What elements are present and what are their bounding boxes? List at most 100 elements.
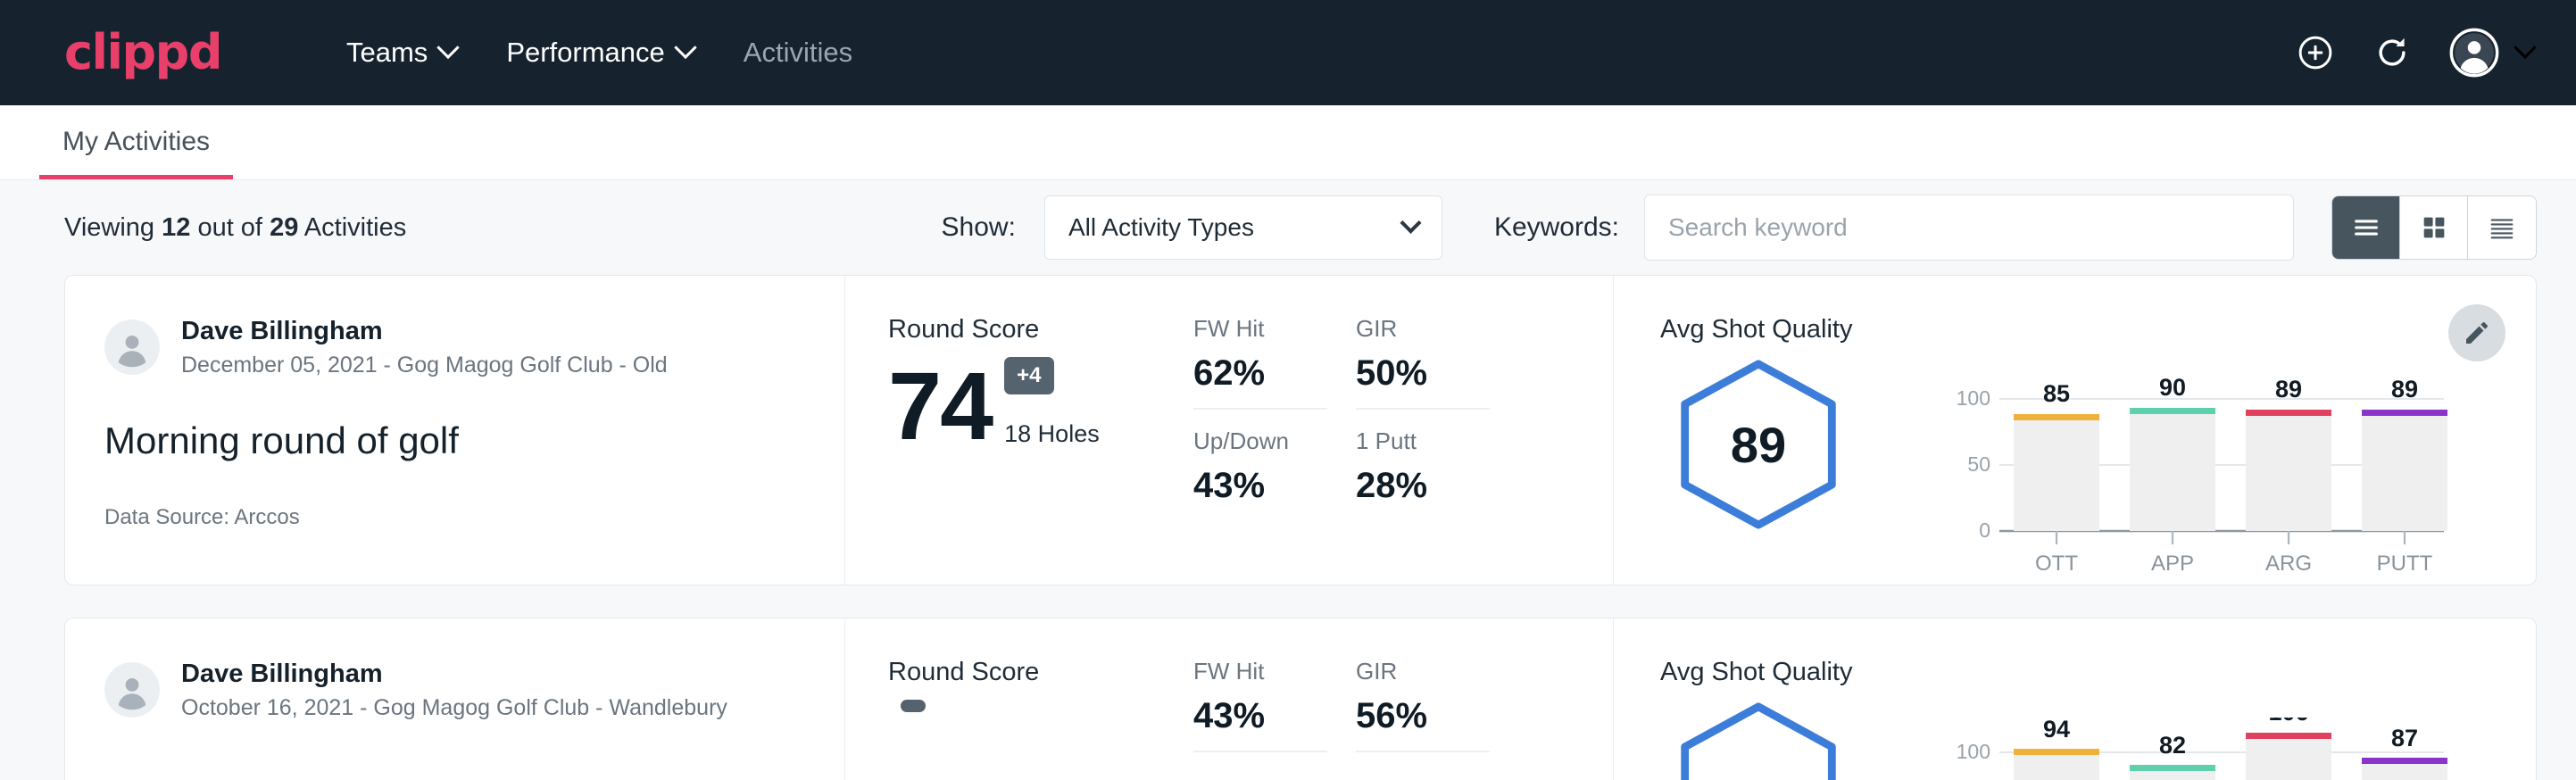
round-score-side [901, 700, 926, 780]
score-to-par-badge [901, 700, 926, 712]
round-score-side: +4 18 Holes [1004, 357, 1100, 450]
activity-type-select[interactable]: All Activity Types [1044, 195, 1442, 260]
y-tick-100: 100 [1957, 386, 1990, 410]
stat-label: FW Hit [1193, 658, 1327, 685]
activity-meta: December 05, 2021 - Gog Magog Golf Club … [181, 351, 668, 380]
activity-card[interactable]: Dave Billingham December 05, 2021 - Gog … [64, 275, 2537, 585]
avatar [104, 662, 160, 718]
y-tick-100: 100 [1957, 740, 1990, 763]
shot-quality-bar-chart: 100 50 0 85 OTT [1944, 375, 2453, 580]
app-logo[interactable]: clippd [64, 29, 221, 77]
nav-item-label: Performance [506, 37, 664, 69]
activity-card-list: Dave Billingham December 05, 2021 - Gog … [0, 275, 2576, 780]
stat-gir: GIR 56% [1356, 658, 1490, 752]
nav-item-activities[interactable]: Activities [719, 37, 877, 69]
y-tick-0: 0 [1979, 519, 1990, 542]
nav-item-performance[interactable]: Performance [481, 37, 718, 69]
shot-quality-hexagon [1671, 700, 1846, 780]
round-score-label: Round Score [888, 658, 1193, 687]
chevron-down-icon [1400, 212, 1421, 233]
stat-value: 43% [1193, 696, 1327, 736]
nav-item-teams[interactable]: Teams [321, 37, 481, 69]
round-stats: FW Hit 62% GIR 50% Up/Down 43% 1 Putt 28… [1193, 276, 1613, 585]
activity-info: Dave Billingham December 05, 2021 - Gog … [65, 276, 845, 585]
user-menu[interactable] [2449, 28, 2533, 78]
edit-activity-button[interactable] [2448, 304, 2505, 361]
shot-quality-bar-chart: 100 94 82 106 [1944, 718, 2453, 780]
svg-text:106: 106 [2268, 718, 2308, 726]
avg-shot-quality-body: 89 100 50 0 85 [1660, 352, 2536, 580]
stat-label: Up/Down [1193, 427, 1327, 455]
round-stats-grid: FW Hit 62% GIR 50% Up/Down 43% 1 Putt 28… [1193, 315, 1613, 506]
stat-value: 62% [1193, 353, 1327, 394]
svg-text:OTT: OTT [2035, 552, 2078, 576]
activity-user-name: Dave Billingham [181, 315, 668, 347]
activity-meta: October 16, 2021 - Gog Magog Golf Club -… [181, 693, 727, 723]
shot-quality-value [1671, 700, 1846, 780]
avg-shot-quality-section: Avg Shot Quality 100 94 [1613, 618, 2536, 780]
stat-gir: GIR 50% [1356, 315, 1490, 410]
viewing-middle: out of [197, 213, 262, 242]
svg-text:94: 94 [2043, 718, 2070, 743]
view-mode-grid[interactable] [2400, 196, 2468, 259]
viewing-summary: Viewing 12 out of 29 Activities [64, 213, 406, 243]
round-score-section: Round Score 74 +4 18 Holes [845, 276, 1193, 585]
chevron-down-icon [2514, 37, 2536, 59]
tab-my-activities[interactable]: My Activities [39, 127, 233, 179]
nav-item-label: Teams [346, 37, 428, 69]
score-to-par-badge: +4 [1004, 357, 1053, 394]
avatar [2449, 28, 2499, 78]
holes-count: 18 Holes [1004, 420, 1100, 448]
round-score-value: 74 [888, 361, 992, 450]
view-mode-compact[interactable] [2468, 196, 2536, 259]
activity-title: Morning round of golf [104, 419, 802, 462]
activity-user-text: Dave Billingham December 05, 2021 - Gog … [181, 315, 668, 380]
chevron-down-icon [674, 37, 696, 59]
stat-fw-hit: FW Hit 43% [1193, 658, 1327, 752]
keywords-label: Keywords: [1494, 212, 1619, 243]
view-mode-list[interactable] [2332, 196, 2400, 259]
avg-shot-quality-body: 100 94 82 106 [1660, 694, 2536, 780]
stat-up-down: Up/Down 43% [1193, 410, 1327, 506]
search-input[interactable] [1644, 195, 2294, 261]
viewing-count: 12 [162, 213, 190, 242]
svg-text:APP: APP [2151, 552, 2194, 576]
activity-card[interactable]: Dave Billingham October 16, 2021 - Gog M… [64, 618, 2537, 780]
viewing-prefix: Viewing [64, 213, 154, 242]
svg-text:89: 89 [2391, 376, 2418, 402]
svg-text:ARG: ARG [2265, 552, 2312, 576]
round-score-row [888, 700, 1193, 780]
svg-text:87: 87 [2391, 725, 2418, 751]
refresh-button[interactable] [2372, 33, 2412, 72]
svg-text:89: 89 [2275, 376, 2302, 402]
view-mode-toggle [2331, 195, 2537, 260]
add-button[interactable] [2296, 33, 2335, 72]
main-nav: Teams Performance Activities [321, 37, 877, 69]
avg-shot-quality-section: Avg Shot Quality 89 100 50 0 [1613, 276, 2536, 585]
round-stats-grid: FW Hit 43% GIR 56% [1193, 658, 1613, 752]
show-label: Show: [942, 212, 1016, 243]
stat-label: FW Hit [1193, 315, 1327, 343]
activity-user-text: Dave Billingham October 16, 2021 - Gog M… [181, 658, 727, 723]
svg-text:82: 82 [2159, 732, 2186, 759]
activity-info: Dave Billingham October 16, 2021 - Gog M… [65, 618, 845, 780]
stat-value: 50% [1356, 353, 1490, 394]
viewing-suffix: Activities [304, 213, 406, 242]
stat-value: 43% [1193, 466, 1327, 506]
svg-text:85: 85 [2043, 380, 2070, 407]
stat-label: GIR [1356, 658, 1490, 685]
chevron-down-icon [437, 37, 460, 59]
round-score-row: 74 +4 18 Holes [888, 357, 1193, 450]
activity-user: Dave Billingham December 05, 2021 - Gog … [104, 315, 802, 380]
svg-text:PUTT: PUTT [2377, 552, 2433, 576]
shot-quality-value: 89 [1671, 357, 1846, 532]
activity-user-name: Dave Billingham [181, 658, 727, 690]
activity-type-value: All Activity Types [1068, 213, 1254, 242]
stat-value: 28% [1356, 466, 1490, 506]
stat-label: GIR [1356, 315, 1490, 343]
pencil-icon [2463, 319, 2491, 347]
round-stats: FW Hit 43% GIR 56% [1193, 618, 1613, 780]
toolbar-controls: Show: All Activity Types Keywords: [942, 195, 2537, 261]
avatar [104, 319, 160, 375]
stat-value: 56% [1356, 696, 1490, 736]
